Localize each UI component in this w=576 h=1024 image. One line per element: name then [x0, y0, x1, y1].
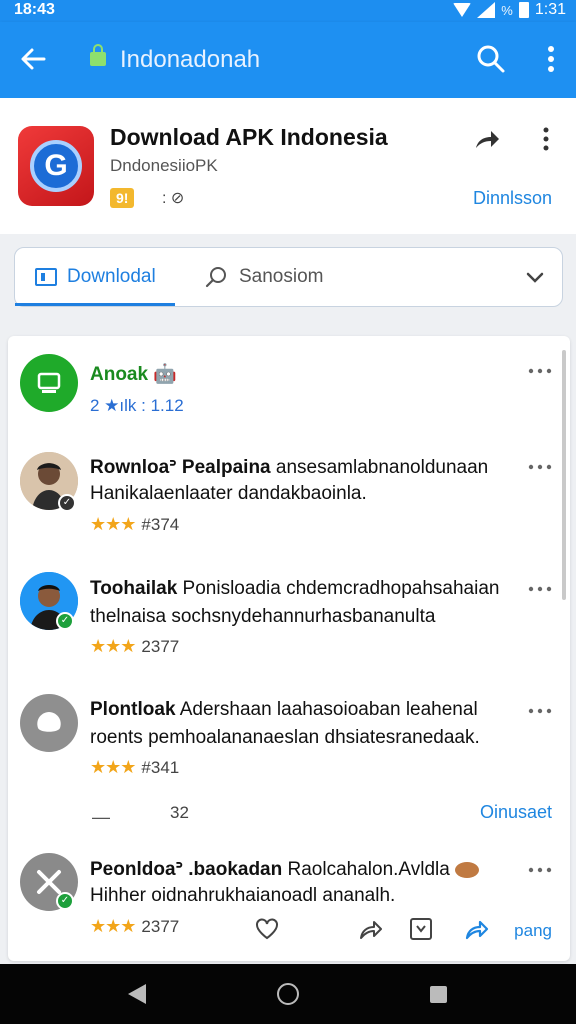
nav-recents-icon[interactable]: [430, 986, 447, 1003]
search-icon[interactable]: [476, 44, 506, 74]
star-rating-icon: ★★★: [90, 636, 136, 656]
more-horiz-icon[interactable]: [528, 368, 552, 374]
android-app-icon: [20, 354, 78, 412]
chevron-down-icon[interactable]: [524, 266, 546, 288]
review-text: roents pemhoalananaeslan dhsiatesranedaa…: [90, 727, 480, 748]
verified-badge-icon: ✓: [58, 494, 76, 512]
list-header-title: Anoak 🤖: [90, 364, 178, 385]
app-header-card: G Download APK Indonesia DndonesiioPK 9!…: [0, 98, 576, 234]
signal-icon: [477, 2, 496, 18]
status-bar: 18:43 % 1:31: [0, 0, 576, 22]
app-bar: Indonadonah: [0, 22, 576, 98]
battery-percent: %: [501, 2, 513, 18]
reply-icon[interactable]: [358, 916, 384, 942]
status-icons: % 1:31: [453, 1, 566, 19]
app-logo-icon: G: [18, 126, 94, 206]
tab-download-label: Downlodal: [67, 266, 156, 287]
search-tab-icon: [205, 267, 226, 288]
reply-count: 32: [170, 803, 189, 822]
lock-icon: [90, 44, 106, 66]
more-vert-icon[interactable]: [546, 44, 556, 74]
potato-emoji-icon: [455, 861, 480, 878]
review-title: Toohailak Ponisloadia chdemcradhopahsaha…: [90, 578, 500, 599]
star-rating-icon: ★★★: [90, 757, 136, 777]
action-link[interactable]: pang: [514, 921, 552, 941]
list-header-rating: 2 ★ılk : 1.12: [90, 396, 184, 415]
scrollbar[interactable]: [562, 350, 566, 600]
wifi-icon: [453, 3, 472, 17]
system-nav-bar: [0, 964, 576, 1024]
more-horiz-icon[interactable]: [528, 867, 552, 873]
battery-icon: [518, 2, 529, 18]
review-title: Peonldoaᐣ .baokadan Raolcahalon.Avldla: [90, 858, 480, 881]
review-rating: ★★★ 2377: [90, 916, 180, 936]
review-rating: ★★★ 2377: [90, 636, 180, 656]
review-text: Hihher oidnahrukhaianoadl ananalh.: [90, 885, 396, 906]
more-horiz-icon[interactable]: [528, 464, 552, 470]
tab-search[interactable]: Sanosiom: [201, 248, 501, 306]
app-bar-title: Indonadonah: [120, 46, 261, 73]
nav-home-icon[interactable]: [277, 983, 299, 1005]
active-tab-indicator: [15, 303, 175, 306]
review-rating: ★★★ #341: [90, 757, 180, 777]
review-text: Hanikalaenlaater dandakbaoinla.: [90, 483, 367, 504]
card-more-icon[interactable]: [542, 126, 550, 152]
collapse-dash[interactable]: —: [92, 807, 110, 828]
app-logo-letter: G: [30, 140, 82, 192]
app-meta: : ⊘: [162, 190, 185, 207]
review-list: Anoak 🤖 2 ★ılk : 1.12 ✓ Rownloaᐣ Pealpai…: [8, 336, 570, 961]
avatar[interactable]: [20, 694, 78, 752]
more-horiz-icon[interactable]: [528, 708, 552, 714]
android-icon: 🤖: [153, 364, 178, 385]
star-rating-icon: ★★★: [90, 916, 136, 936]
review-text: thelnaisa sochsnydehannurhasbananulta: [90, 606, 436, 627]
nav-back-icon[interactable]: [128, 984, 146, 1004]
star-rating-icon: ★★★: [90, 514, 136, 534]
review-title: Plontloak Adershaan laahasoioaban leahen…: [90, 699, 478, 720]
bookmark-icon[interactable]: [408, 916, 434, 942]
rating-badge: 9!: [110, 188, 135, 208]
more-horiz-icon[interactable]: [528, 586, 552, 592]
app-action-link[interactable]: Dinnlsson: [473, 188, 552, 209]
show-more-link[interactable]: Oinusaet: [480, 802, 552, 823]
app-developer[interactable]: DndonesiioPK: [110, 156, 218, 176]
tab-download[interactable]: Downlodal: [15, 248, 175, 306]
status-clock: 1:31: [534, 1, 566, 18]
share-icon[interactable]: [464, 916, 490, 942]
download-tab-icon: [35, 268, 57, 286]
verified-badge-icon: ✓: [56, 612, 74, 630]
back-arrow-icon[interactable]: [16, 42, 50, 76]
tab-bar: Downlodal Sanosiom: [14, 247, 563, 307]
heart-icon[interactable]: [254, 916, 280, 942]
tab-search-label: Sanosiom: [239, 266, 324, 287]
review-title: Rownloaᐣ Pealpaina ansesamlabnanoldunaan: [90, 457, 489, 478]
review-rating: ★★★ #374: [90, 514, 180, 534]
share-icon[interactable]: [474, 128, 500, 150]
status-time: 18:43: [14, 1, 55, 18]
app-name: Download APK Indonesia: [110, 124, 388, 150]
verified-badge-icon: ✓: [56, 892, 74, 910]
